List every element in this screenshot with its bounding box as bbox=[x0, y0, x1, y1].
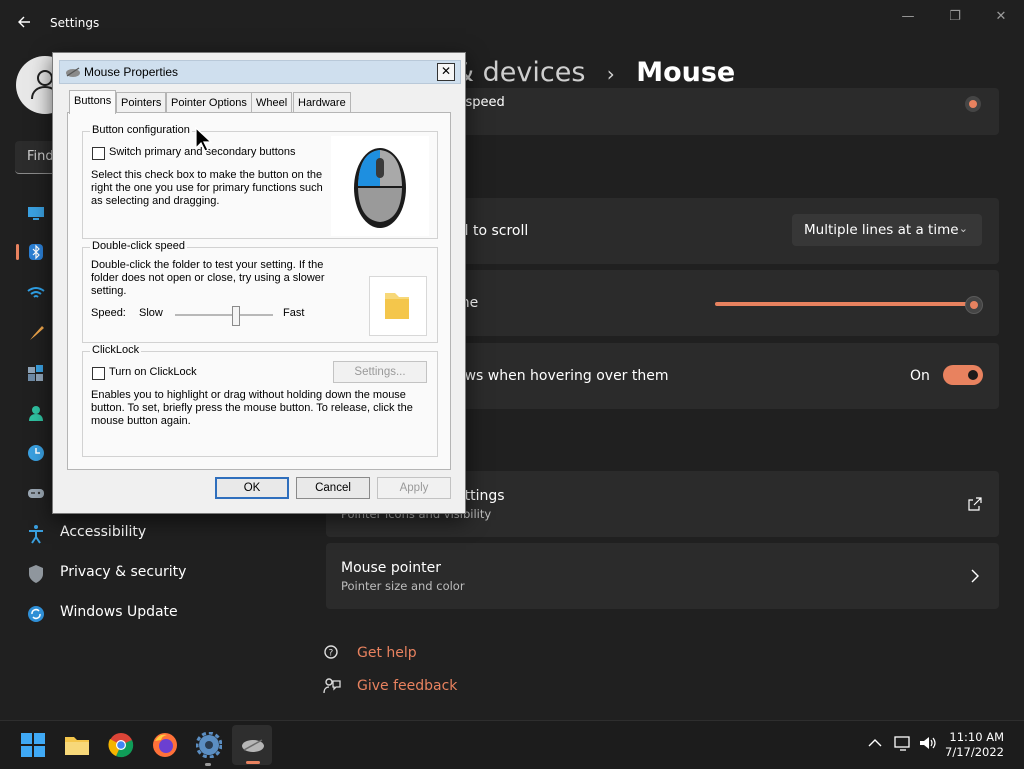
dialog-close-button[interactable]: ✕ bbox=[437, 63, 455, 81]
restore-button[interactable]: ❐ bbox=[940, 6, 970, 28]
mouse-image-icon bbox=[354, 148, 406, 228]
mouse-pointer-title: Mouse pointer bbox=[341, 560, 441, 576]
double-click-speed-thumb[interactable] bbox=[232, 306, 240, 326]
apply-button[interactable]: Apply bbox=[377, 477, 451, 499]
tab-pointer-options[interactable]: Pointer Options bbox=[166, 92, 252, 113]
scroll-dropdown[interactable]: Multiple lines at a time ⌄ bbox=[792, 214, 982, 246]
page-breadcrumb: & devices › Mouse bbox=[453, 57, 735, 88]
test-folder[interactable] bbox=[369, 276, 427, 336]
hover-scroll-toggle[interactable] bbox=[943, 365, 983, 385]
mouse-properties-dialog: Mouse Properties ✕ Buttons Pointers Poin… bbox=[52, 52, 466, 514]
ok-button[interactable]: OK bbox=[215, 477, 289, 499]
speed-slider-thumb[interactable] bbox=[965, 96, 981, 112]
clicklock-legend: ClickLock bbox=[90, 344, 142, 356]
help-icon: ? bbox=[324, 645, 338, 659]
network-tray-icon[interactable] bbox=[894, 735, 912, 751]
card-mouse-pointer[interactable]: Mouse pointer Pointer size and color bbox=[326, 543, 999, 609]
feedback-icon bbox=[323, 678, 341, 694]
chevron-right-icon bbox=[971, 569, 979, 583]
folder-icon bbox=[385, 293, 409, 319]
dialog-titlebar[interactable]: Mouse Properties ✕ bbox=[59, 60, 461, 84]
chevron-down-icon: ⌄ bbox=[958, 222, 968, 235]
speed-ticks bbox=[178, 327, 274, 329]
chevron-up-icon[interactable] bbox=[868, 738, 882, 748]
button-configuration-group: Button configuration Switch primary and … bbox=[82, 124, 438, 239]
back-arrow-icon[interactable] bbox=[16, 14, 36, 34]
shield-icon bbox=[29, 565, 43, 583]
clicklock-label[interactable]: Turn on ClickLock bbox=[109, 366, 197, 379]
mouse-illustration bbox=[331, 136, 429, 236]
apps-icon[interactable] bbox=[27, 364, 45, 382]
clock-time: 11:10 AM bbox=[949, 730, 1004, 744]
buttons-tab-panel: Button configuration Switch primary and … bbox=[67, 112, 451, 470]
tab-wheel[interactable]: Wheel bbox=[251, 92, 293, 113]
volume-icon[interactable] bbox=[919, 735, 937, 751]
page-title: Mouse bbox=[636, 57, 736, 88]
svg-text:?: ? bbox=[329, 649, 334, 659]
file-explorer-icon[interactable] bbox=[64, 732, 90, 758]
double-click-legend: Double-click speed bbox=[90, 240, 187, 252]
selected-indicator bbox=[16, 244, 19, 260]
double-click-group: Double-click speed Double-click the fold… bbox=[82, 240, 438, 343]
lines-slider-track[interactable] bbox=[715, 302, 973, 306]
start-icon[interactable] bbox=[20, 732, 46, 758]
breadcrumb-separator: › bbox=[606, 62, 615, 86]
firefox-icon[interactable] bbox=[152, 732, 178, 758]
minimize-button[interactable]: — bbox=[893, 6, 923, 28]
time-language-icon[interactable] bbox=[27, 444, 45, 462]
tab-buttons[interactable]: Buttons bbox=[69, 90, 117, 114]
dialog-title: Mouse Properties bbox=[84, 65, 179, 79]
tab-hardware[interactable]: Hardware bbox=[293, 92, 351, 113]
cancel-button[interactable]: Cancel bbox=[296, 477, 370, 499]
taskbar: 11:10 AM 7/17/2022 bbox=[0, 720, 1024, 769]
close-button[interactable]: ✕ bbox=[986, 6, 1016, 28]
active-app-indicator bbox=[246, 761, 260, 764]
lines-slider-thumb[interactable] bbox=[965, 296, 983, 314]
clicklock-settings-button[interactable]: Settings... bbox=[333, 361, 427, 383]
tab-pointers[interactable]: Pointers bbox=[116, 92, 167, 113]
settings-running-indicator bbox=[205, 763, 211, 766]
clicklock-checkbox[interactable] bbox=[92, 367, 105, 380]
mouse-properties-icon bbox=[66, 67, 80, 77]
settings-titlebar: Settings — ❐ ✕ bbox=[0, 0, 1024, 48]
switch-buttons-checkbox[interactable] bbox=[92, 147, 105, 160]
mouse-cursor-icon bbox=[195, 127, 213, 152]
system-icon[interactable] bbox=[27, 204, 45, 222]
breadcrumb-parent[interactable]: & devices bbox=[453, 57, 585, 88]
mouse-properties-icon bbox=[242, 739, 264, 752]
clicklock-group: ClickLock Turn on ClickLock Settings... … bbox=[82, 344, 438, 457]
accessibility-icon bbox=[29, 525, 43, 544]
gaming-icon[interactable] bbox=[27, 484, 45, 502]
network-icon[interactable] bbox=[27, 284, 45, 302]
update-icon bbox=[28, 606, 44, 622]
app-title: Settings bbox=[50, 16, 100, 30]
double-click-speed-track[interactable] bbox=[175, 314, 273, 316]
external-link-icon bbox=[968, 497, 982, 511]
button-configuration-legend: Button configuration bbox=[90, 124, 192, 136]
settings-icon[interactable] bbox=[196, 732, 222, 758]
accounts-icon[interactable] bbox=[27, 404, 45, 422]
bluetooth-icon[interactable] bbox=[27, 243, 45, 261]
personalization-icon[interactable] bbox=[27, 324, 45, 342]
chrome-icon[interactable] bbox=[108, 732, 134, 758]
clock-date: 7/17/2022 bbox=[945, 745, 1004, 759]
system-clock[interactable]: 11:10 AM 7/17/2022 bbox=[945, 730, 1004, 760]
